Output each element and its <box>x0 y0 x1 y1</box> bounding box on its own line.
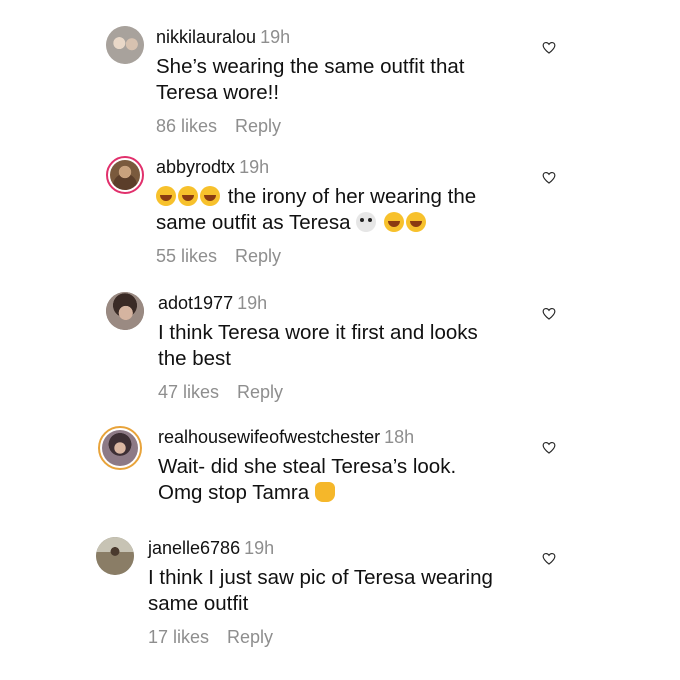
comments-list: nikkilauralou 19h She’s wearing the same … <box>0 0 680 680</box>
comment-text-line: same outfit <box>148 592 249 615</box>
username-link[interactable]: nikkilauralou <box>156 27 256 47</box>
skull-emoji-icon <box>356 212 377 232</box>
username-link[interactable]: realhousewifeofwestchester <box>158 427 380 447</box>
timestamp: 19h <box>237 293 268 313</box>
heart-outline-icon[interactable] <box>542 307 556 320</box>
comment-text: the irony of her wearing the same outfit… <box>156 184 540 236</box>
heart-outline-icon[interactable] <box>542 441 556 454</box>
comment-text-fragment: Omg stop Tamra <box>158 481 310 504</box>
comment-meta: janelle6786 19h <box>148 537 540 559</box>
comment-text-line: the best <box>158 347 231 370</box>
laughing-emoji-icon <box>200 186 220 206</box>
comment-text: She’s wearing the same outfit that Teres… <box>156 54 540 106</box>
comment-body: realhousewifeofwestchester 18h Wait- did … <box>158 426 540 506</box>
likes-count[interactable]: 86 likes <box>156 116 217 136</box>
laughing-emoji-icon <box>178 186 198 206</box>
laughing-emoji-icon <box>405 212 426 232</box>
comment-body: nikkilauralou 19h She’s wearing the same … <box>156 26 540 137</box>
avatar-photo <box>96 537 134 575</box>
timestamp: 18h <box>384 427 415 447</box>
timestamp: 19h <box>239 157 270 177</box>
comment-text: I think I just saw pic of Teresa wearing… <box>148 565 540 617</box>
comment-body: adot1977 19h I think Teresa wore it first… <box>158 292 540 403</box>
avatar-photo <box>106 26 144 64</box>
avatar[interactable] <box>106 26 144 64</box>
comment-text-line: Teresa wore!! <box>156 81 280 104</box>
comment-text-line: I think I just saw pic of Teresa wearing <box>148 566 493 589</box>
avatar-photo <box>110 160 140 190</box>
heart-outline-icon[interactable] <box>542 171 556 184</box>
avatar-photo <box>102 430 138 466</box>
heart-outline-icon[interactable] <box>542 552 556 565</box>
timestamp: 19h <box>260 27 291 47</box>
reply-button[interactable]: Reply <box>235 246 281 266</box>
username-link[interactable]: abbyrodtx <box>156 157 235 177</box>
laughing-emoji-icon <box>156 186 176 206</box>
heart-outline-icon[interactable] <box>542 41 556 54</box>
comment-text-line: I think Teresa wore it first and looks <box>158 321 478 344</box>
comment-text: I think Teresa wore it first and looks t… <box>158 320 540 372</box>
avatar-photo <box>106 292 144 330</box>
comment-meta: adot1977 19h <box>158 292 540 314</box>
avatar[interactable] <box>106 156 144 194</box>
comment-meta: abbyrodtx 19h <box>156 156 540 178</box>
comment-meta: nikkilauralou 19h <box>156 26 540 48</box>
comment-text-line: Wait- did she steal Teresa’s look. <box>158 455 457 478</box>
timestamp: 19h <box>244 538 275 558</box>
comment-actions: 47 likes Reply <box>158 382 540 403</box>
comment-text-fragment: same outfit as Teresa <box>156 211 351 234</box>
comment-text-line: the irony of her wearing the <box>156 184 540 210</box>
avatar[interactable] <box>96 537 134 575</box>
comment-body: janelle6786 19h I think I just saw pic of… <box>148 537 540 648</box>
laughing-emoji-icon <box>383 212 404 232</box>
comment-meta: realhousewifeofwestchester 18h <box>158 426 540 448</box>
raised-hand-emoji-icon <box>314 482 335 502</box>
comment-actions: 17 likes Reply <box>148 627 540 648</box>
comment-text-line: same outfit as Teresa <box>156 210 540 236</box>
avatar[interactable] <box>106 292 144 330</box>
comment-actions: 55 likes Reply <box>156 246 540 267</box>
comment-text-line: She’s wearing the same outfit that <box>156 55 465 78</box>
reply-button[interactable]: Reply <box>235 116 281 136</box>
avatar[interactable] <box>98 426 142 470</box>
likes-count[interactable]: 17 likes <box>148 627 209 647</box>
comment-text-fragment: the irony of her wearing the <box>227 185 477 208</box>
likes-count[interactable]: 55 likes <box>156 246 217 266</box>
username-link[interactable]: janelle6786 <box>148 538 240 558</box>
reply-button[interactable]: Reply <box>237 382 283 402</box>
comment-text: Wait- did she steal Teresa’s look. Omg s… <box>158 454 540 506</box>
comment-text-line: Omg stop Tamra <box>158 480 540 506</box>
reply-button[interactable]: Reply <box>227 627 273 647</box>
comment-actions: 86 likes Reply <box>156 116 540 137</box>
likes-count[interactable]: 47 likes <box>158 382 219 402</box>
username-link[interactable]: adot1977 <box>158 293 233 313</box>
comment-body: abbyrodtx 19h the irony of her wearing th… <box>156 156 540 267</box>
